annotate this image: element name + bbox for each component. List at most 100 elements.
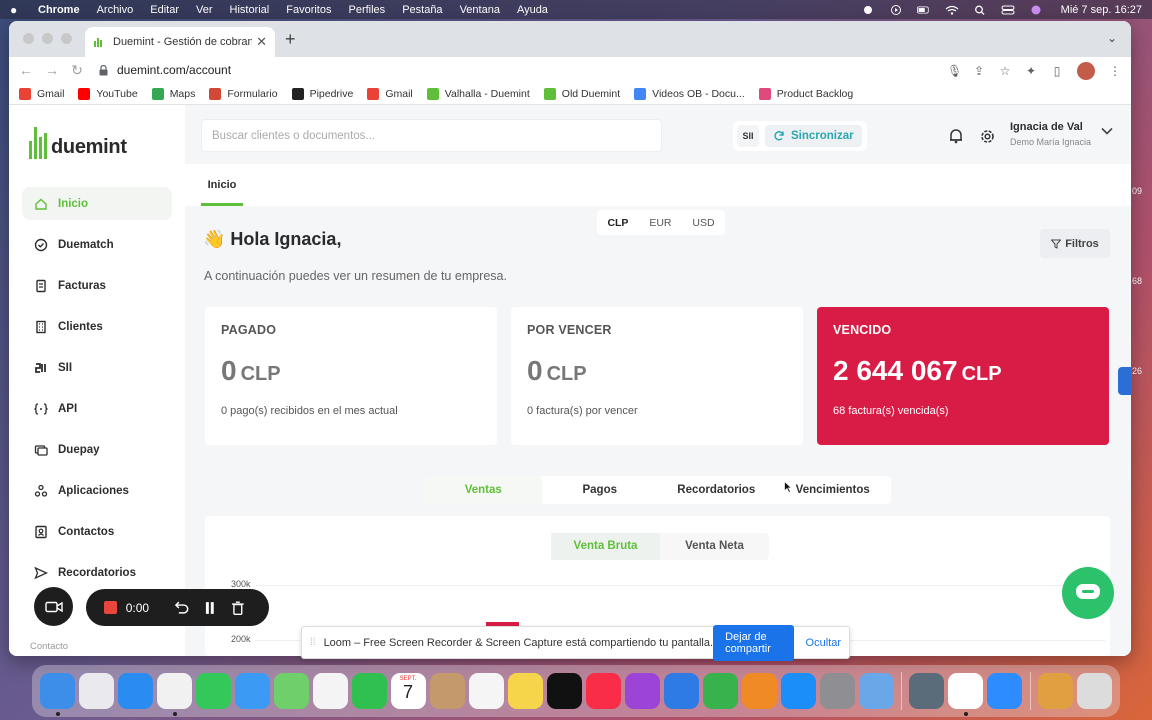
sidebar-item-clientes[interactable]: Clientes — [22, 310, 172, 343]
forward-arrow-icon[interactable]: → — [45, 62, 59, 78]
bookmark-item[interactable]: Gmail — [367, 87, 413, 100]
bookmark-item[interactable]: Maps — [151, 87, 195, 100]
podcasts-icon[interactable] — [624, 673, 660, 709]
photos-icon[interactable] — [312, 673, 348, 709]
drag-handle-icon[interactable]: ⁞⁞ — [310, 637, 316, 648]
reminders-icon[interactable] — [468, 673, 504, 709]
chevron-down-icon[interactable] — [1101, 126, 1113, 136]
new-tab-icon[interactable]: + — [285, 29, 296, 50]
launchpad-icon[interactable] — [78, 673, 114, 709]
bookmark-item[interactable]: Pipedrive — [291, 87, 353, 100]
bookmark-item[interactable]: Old Duemint — [543, 87, 620, 100]
tab-inicio[interactable]: Inicio — [201, 164, 243, 206]
side-panel-icon[interactable]: ▯ — [1051, 65, 1063, 77]
keynote-icon[interactable] — [663, 673, 699, 709]
hide-notice-button[interactable]: Ocultar — [806, 637, 841, 649]
wifi-icon[interactable] — [945, 5, 959, 15]
menu-ver[interactable]: Ver — [196, 4, 213, 16]
siri-icon[interactable] — [1029, 5, 1043, 15]
appstore-icon[interactable] — [780, 673, 816, 709]
sidebar-item-facturas[interactable]: Facturas — [22, 269, 172, 302]
currency-clp[interactable]: CLP — [607, 217, 628, 229]
currency-eur[interactable]: EUR — [649, 217, 671, 229]
close-tab-icon[interactable]: ✕ — [256, 34, 267, 50]
settings-gear-icon[interactable] — [979, 128, 996, 145]
trash-icon[interactable] — [230, 600, 246, 615]
tab-venta-neta[interactable]: Venta Neta — [660, 533, 769, 560]
appletv-icon[interactable] — [546, 673, 582, 709]
menu-favoritos[interactable]: Favoritos — [286, 4, 331, 16]
back-arrow-icon[interactable]: ← — [19, 62, 33, 78]
numbers-icon[interactable] — [702, 673, 738, 709]
safari-icon[interactable] — [117, 673, 153, 709]
chat-help-button[interactable] — [1062, 567, 1114, 619]
profile-avatar[interactable] — [1077, 62, 1095, 80]
card-pagado[interactable]: PAGADO 0 CLP 0 pago(s) recibidos en el me… — [205, 307, 497, 445]
menu-historial[interactable]: Historial — [230, 4, 270, 16]
tab-recordatorios[interactable]: Recordatorios — [658, 476, 775, 504]
menu-archivo[interactable]: Archivo — [97, 4, 134, 16]
chrome-icon[interactable] — [156, 673, 192, 716]
settings-icon[interactable] — [819, 673, 855, 709]
pages-icon[interactable] — [741, 673, 777, 709]
stop-sharing-button[interactable]: Dejar de compartir — [713, 624, 794, 661]
minimize-window-button[interactable] — [42, 33, 53, 44]
apple-logo-icon[interactable]: ● — [10, 3, 24, 17]
calendar-icon[interactable]: SEPT. 7 — [390, 673, 426, 709]
pause-icon[interactable] — [202, 601, 218, 615]
close-window-button[interactable] — [23, 33, 34, 44]
extensions-puzzle-icon[interactable]: ✦ — [1025, 65, 1037, 77]
sidebar-item-inicio[interactable]: Inicio — [22, 187, 172, 220]
sync-button[interactable]: Sincronizar — [765, 125, 862, 147]
messages-icon[interactable] — [195, 673, 231, 709]
browser-tab-active[interactable]: Duemint - Gestión de cobranza ✕ — [85, 27, 275, 57]
bookmark-item[interactable]: YouTube — [78, 87, 138, 100]
currency-usd[interactable]: USD — [692, 217, 714, 229]
tab-ventas[interactable]: Ventas — [425, 476, 542, 504]
control-center-icon[interactable] — [1001, 5, 1015, 15]
notes-icon[interactable] — [507, 673, 543, 709]
share-icon[interactable]: ⇪ — [973, 65, 985, 77]
user-menu[interactable]: Ignacia de Val Demo María Ignacia — [1010, 121, 1091, 147]
sidebar-item-api[interactable]: API — [22, 392, 172, 425]
sidebar-item-recordatorios[interactable]: Recordatorios — [22, 556, 172, 589]
battery-icon[interactable] — [916, 5, 931, 15]
tab-search-chevron-icon[interactable]: ⌄ — [1107, 31, 1117, 45]
tab-venta-bruta[interactable]: Venta Bruta — [551, 533, 660, 560]
bookmark-item[interactable]: Product Backlog — [758, 87, 853, 100]
sidebar-item-duematch[interactable]: Duematch — [22, 228, 172, 261]
menu-perfiles[interactable]: Perfiles — [349, 4, 386, 16]
maps-app-icon[interactable] — [273, 673, 309, 709]
filters-button[interactable]: Filtros — [1040, 229, 1110, 258]
browser-menu-icon[interactable]: ⋮ — [1109, 65, 1121, 77]
menu-ayuda[interactable]: Ayuda — [517, 4, 548, 16]
tab-pagos[interactable]: Pagos — [542, 476, 659, 504]
play-status-icon[interactable] — [889, 4, 903, 15]
notifications-bell-icon[interactable] — [948, 128, 964, 144]
archive-icon[interactable] — [1038, 673, 1074, 709]
mail-icon[interactable] — [234, 673, 270, 709]
sidebar-item-sii[interactable]: SII — [22, 351, 172, 384]
bookmark-item[interactable]: Formulario — [209, 87, 278, 100]
sii-button[interactable]: SII — [737, 125, 759, 147]
card-por-vencer[interactable]: POR VENCER 0 CLP 0 factura(s) por vencer — [511, 307, 803, 445]
stop-recording-button[interactable] — [104, 601, 117, 614]
reload-icon[interactable]: ↻ — [71, 62, 83, 79]
bookmark-item[interactable]: Gmail — [19, 87, 64, 100]
preview-icon[interactable] — [858, 673, 894, 709]
facetime-icon[interactable] — [351, 673, 387, 709]
side-drawer-handle[interactable] — [1118, 367, 1132, 395]
bookmark-star-icon[interactable]: ☆ — [999, 65, 1011, 77]
contact-link[interactable]: Contacto — [30, 641, 68, 652]
menu-editar[interactable]: Editar — [150, 4, 179, 16]
bookmark-item[interactable]: Videos OB - Docu... — [634, 87, 745, 100]
zoom-icon[interactable] — [987, 673, 1023, 709]
loom-camera-button[interactable] — [34, 587, 73, 626]
network-icon[interactable] — [909, 673, 945, 709]
slack-icon[interactable] — [948, 673, 984, 716]
menubar-clock[interactable]: Mié 7 sep. 16:27 — [1061, 4, 1142, 16]
loom-status-icon[interactable] — [861, 5, 875, 15]
duemint-logo[interactable]: duemint — [29, 127, 127, 159]
zoom-window-button[interactable] — [61, 33, 72, 44]
trash-icon[interactable] — [1077, 673, 1113, 709]
